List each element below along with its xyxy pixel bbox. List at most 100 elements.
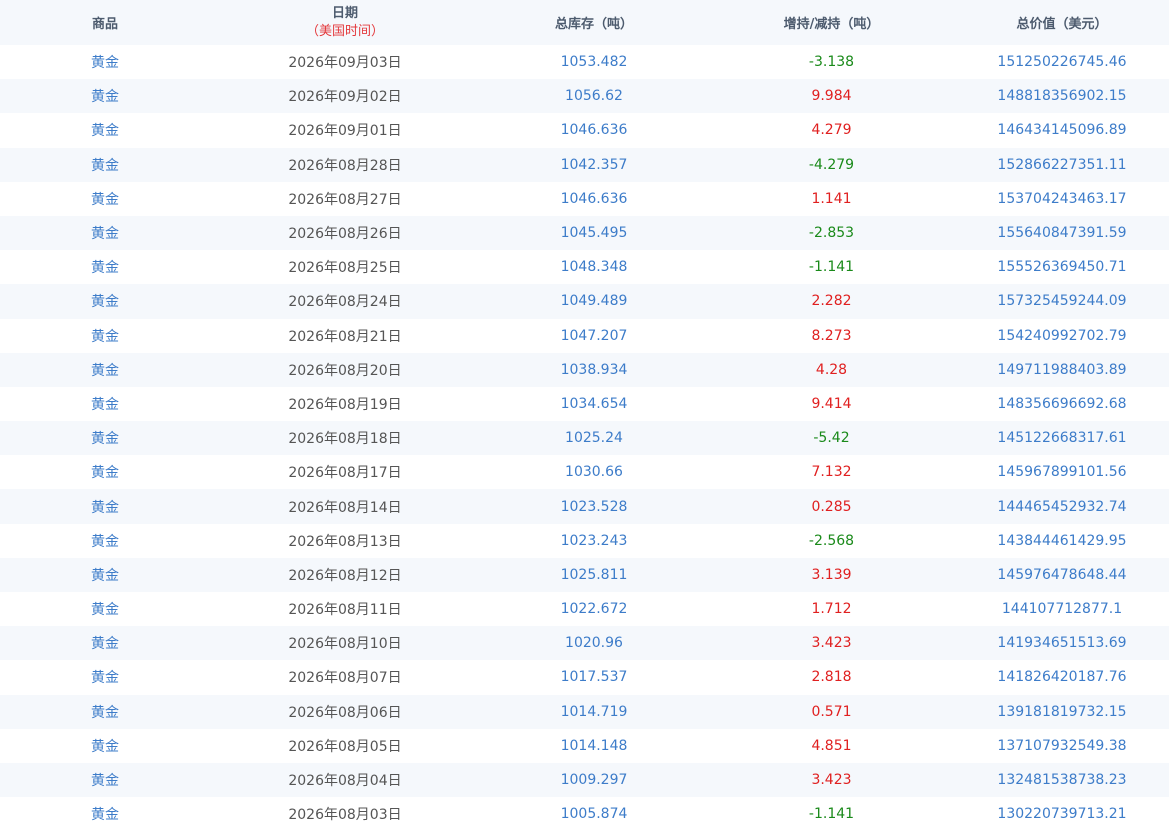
table-row: 黄金 2026年09月03日 1053.482 -3.138 151250226745.… — [0, 45, 1169, 79]
table-row: 黄金 2026年08月25日 1048.348 -1.141 155526369450.… — [0, 250, 1169, 284]
cell-date: 2026年08月11日 — [288, 602, 402, 619]
cell-change: 8.273 — [811, 327, 852, 344]
cell-goods[interactable]: 黄金 — [0, 155, 210, 175]
cell-total-holdings: 1046.636 — [560, 190, 628, 207]
table-row: 黄金 2026年08月13日 1023.243 -2.568 143844461429.… — [0, 524, 1169, 558]
cell-goods[interactable]: 黄金 — [0, 428, 210, 448]
cell-total-value: 139181819732.15 — [997, 703, 1127, 720]
cell-total-value: 155640847391.59 — [997, 225, 1127, 242]
table-row: 黄金 2026年08月06日 1014.719 0.571 139181819732.1… — [0, 694, 1169, 729]
cell-total-value: 137107932549.38 — [997, 737, 1127, 754]
cell-date: 2026年08月06日 — [288, 704, 402, 721]
cell-date: 2026年08月27日 — [288, 191, 402, 208]
table-row: 黄金 2026年08月24日 1049.489 2.282 157325459244.0… — [0, 284, 1169, 319]
cell-total-value: 146434145096.89 — [997, 122, 1127, 139]
cell-goods[interactable]: 黄金 — [0, 462, 210, 482]
header-total-holdings: 总库存（吨） — [554, 17, 633, 32]
table-row: 黄金 2026年08月03日 1005.874 -1.141 130220739713.… — [0, 797, 1169, 831]
cell-total-value: 141826420187.76 — [997, 669, 1127, 686]
cell-goods[interactable]: 黄金 — [0, 736, 210, 756]
cell-date: 2026年08月26日 — [288, 226, 402, 243]
cell-total-value: 144107712877.1 — [1001, 601, 1123, 618]
cell-goods[interactable]: 黄金 — [0, 497, 210, 517]
cell-goods[interactable]: 黄金 — [0, 360, 210, 380]
cell-total-holdings: 1023.243 — [560, 532, 628, 549]
cell-goods[interactable]: 黄金 — [0, 633, 210, 653]
cell-change: 4.28 — [815, 361, 848, 378]
cell-total-holdings: 1056.62 — [565, 88, 623, 105]
cell-total-value: 130220739713.21 — [997, 806, 1127, 823]
cell-total-holdings: 1025.24 — [565, 430, 623, 447]
table-row: 黄金 2026年08月11日 1022.672 1.712 144107712877.1 — [0, 592, 1169, 626]
cell-goods[interactable]: 黄金 — [0, 52, 210, 72]
table-row: 黄金 2026年08月05日 1014.148 4.851 137107932549.3… — [0, 729, 1169, 763]
cell-change: 0.571 — [811, 703, 852, 720]
cell-goods[interactable]: 黄金 — [0, 120, 210, 140]
cell-date: 2026年08月19日 — [288, 396, 402, 413]
cell-goods[interactable]: 黄金 — [0, 394, 210, 414]
cell-total-holdings: 1045.495 — [560, 225, 628, 242]
cell-total-value: 149711988403.89 — [997, 361, 1127, 378]
cell-total-value: 148818356902.15 — [997, 88, 1127, 105]
cell-goods[interactable]: 黄金 — [0, 702, 210, 722]
cell-date: 2026年08月05日 — [288, 738, 402, 755]
cell-goods[interactable]: 黄金 — [0, 257, 210, 277]
cell-change: 4.851 — [811, 737, 852, 754]
table-row: 黄金 2026年08月04日 1009.297 3.423 132481538738.2… — [0, 762, 1169, 798]
cell-goods[interactable]: 黄金 — [0, 599, 210, 619]
cell-goods[interactable]: 黄金 — [0, 531, 210, 551]
cell-total-value: 148356696692.68 — [997, 395, 1127, 412]
table-row: 黄金 2026年09月01日 1046.636 4.279 146434145096.8… — [0, 113, 1169, 147]
cell-total-holdings: 1049.489 — [560, 293, 628, 310]
cell-goods[interactable]: 黄金 — [0, 223, 210, 243]
cell-total-holdings: 1014.719 — [560, 703, 628, 720]
table-row: 黄金 2026年08月10日 1020.96 3.423 141934651513.69 — [0, 626, 1169, 661]
cell-goods[interactable]: 黄金 — [0, 804, 210, 824]
cell-total-value: 155526369450.71 — [997, 259, 1127, 276]
cell-date: 2026年08月07日 — [288, 670, 402, 687]
cell-change: -3.138 — [808, 54, 855, 71]
table-row: 黄金 2026年08月19日 1034.654 9.414 148356696692.6… — [0, 387, 1169, 421]
cell-goods[interactable]: 黄金 — [0, 667, 210, 687]
header-date: 日期 （美国时间） — [210, 5, 480, 41]
cell-change: -1.141 — [808, 806, 855, 823]
table-row: 黄金 2026年08月07日 1017.537 2.818 141826420187.7… — [0, 660, 1169, 694]
table-row: 黄金 2026年08月12日 1025.811 3.139 145976478648.4… — [0, 557, 1169, 592]
table-body: 黄金 2026年09月03日 1053.482 -3.138 151250226745.… — [0, 45, 1169, 831]
cell-change: 0.285 — [811, 498, 852, 515]
table-row: 黄金 2026年08月20日 1038.934 4.28 149711988403.89 — [0, 352, 1169, 387]
cell-goods[interactable]: 黄金 — [0, 326, 210, 346]
cell-total-value: 153704243463.17 — [997, 190, 1127, 207]
cell-total-holdings: 1038.934 — [560, 361, 628, 378]
cell-total-holdings: 1047.207 — [560, 327, 628, 344]
cell-change: 1.141 — [811, 190, 852, 207]
cell-total-holdings: 1014.148 — [560, 737, 628, 754]
cell-total-holdings: 1053.482 — [560, 54, 628, 71]
cell-change: 2.282 — [811, 293, 852, 310]
cell-date: 2026年08月18日 — [288, 431, 402, 448]
cell-change: 9.414 — [811, 395, 852, 412]
cell-total-value: 145122668317.61 — [997, 430, 1127, 447]
cell-goods[interactable]: 黄金 — [0, 291, 210, 311]
cell-goods[interactable]: 黄金 — [0, 86, 210, 106]
cell-total-holdings: 1005.874 — [560, 806, 628, 823]
cell-goods[interactable]: 黄金 — [0, 770, 210, 790]
cell-total-value: 157325459244.09 — [997, 293, 1127, 310]
cell-date: 2026年09月01日 — [288, 123, 402, 140]
cell-total-holdings: 1017.537 — [560, 669, 628, 686]
cell-goods[interactable]: 黄金 — [0, 189, 210, 209]
cell-date: 2026年08月14日 — [288, 499, 402, 516]
cell-total-holdings: 1023.528 — [560, 498, 628, 515]
cell-change: -1.141 — [808, 259, 855, 276]
cell-date: 2026年08月20日 — [288, 362, 402, 379]
cell-date: 2026年08月12日 — [288, 567, 402, 584]
cell-change: -5.42 — [813, 430, 850, 447]
cell-total-value: 154240992702.79 — [997, 327, 1127, 344]
header-date-label: 日期 — [331, 5, 358, 21]
cell-date: 2026年08月03日 — [288, 807, 402, 824]
cell-goods[interactable]: 黄金 — [0, 565, 210, 585]
table-row: 黄金 2026年08月21日 1047.207 8.273 154240992702.7… — [0, 319, 1169, 353]
cell-total-value: 141934651513.69 — [997, 635, 1127, 652]
cell-total-holdings: 1020.96 — [565, 635, 623, 652]
cell-total-value: 145967899101.56 — [997, 464, 1127, 481]
